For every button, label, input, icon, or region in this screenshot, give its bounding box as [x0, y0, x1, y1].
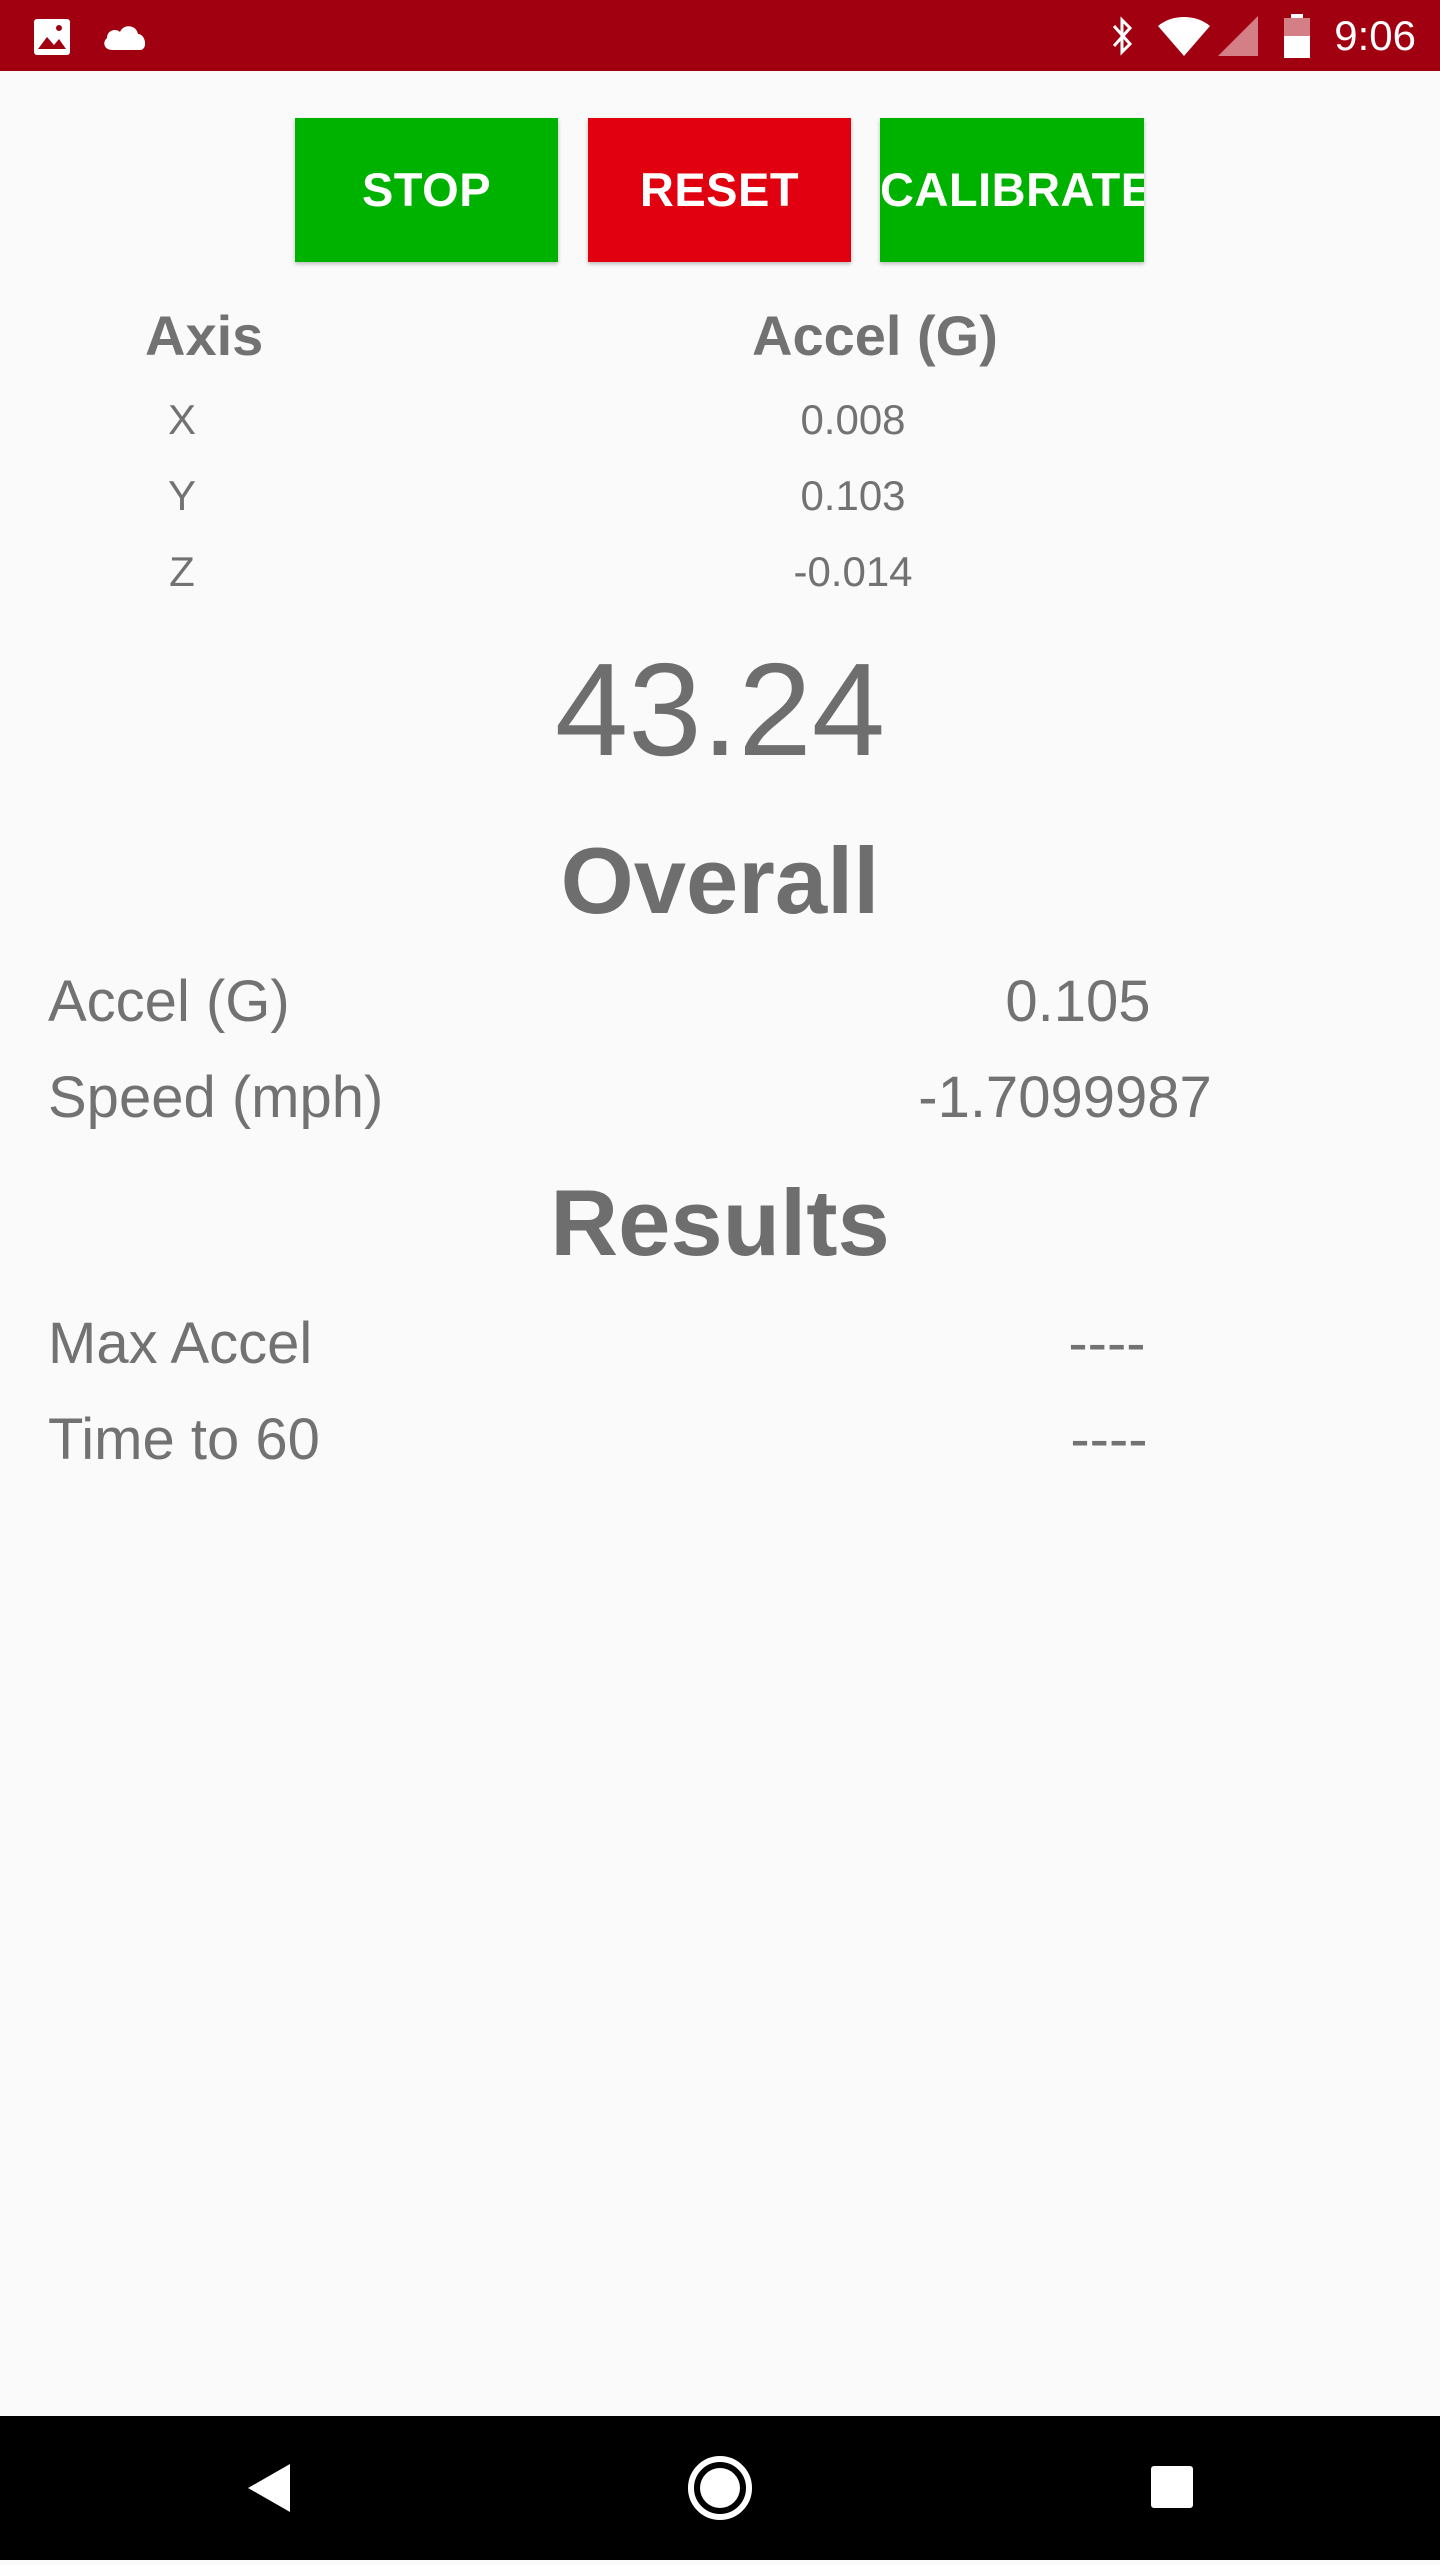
speed-readout: 43.24 [554, 636, 886, 783]
max-accel-value: ---- [1068, 1311, 1146, 1376]
signal-icon [1218, 16, 1258, 56]
time-to-60-label: Time to 60 [48, 1407, 320, 1472]
time-to-60-value: ---- [1070, 1407, 1148, 1472]
home-icon [688, 2456, 752, 2520]
overall-accel-value: 0.105 [1005, 969, 1151, 1034]
axis-column-header: Axis [145, 304, 264, 367]
home-button[interactable] [640, 2416, 800, 2560]
status-bar: 9:06 [0, 0, 1440, 71]
recents-icon [1151, 2466, 1193, 2508]
overall-speed-value: -1.7099987 [918, 1065, 1212, 1130]
max-accel-label: Max Accel [48, 1311, 313, 1376]
back-button[interactable] [190, 2416, 350, 2560]
bluetooth-icon [1112, 16, 1133, 56]
stop-button[interactable]: STOP [295, 118, 558, 262]
axis-y-accel: 0.103 [800, 472, 906, 519]
overall-accel-label: Accel (G) [48, 969, 290, 1034]
accel-column-header: Accel (G) [752, 304, 998, 367]
axis-y-label: Y [167, 472, 196, 519]
image-icon [34, 19, 70, 55]
axis-z-label: Z [169, 548, 195, 595]
wifi-icon [1158, 17, 1210, 56]
calibrate-button[interactable]: CALIBRATE [880, 118, 1144, 262]
axis-x-label: X [167, 396, 196, 443]
overall-title: Overall [560, 828, 880, 933]
back-icon [248, 2464, 290, 2512]
recents-button[interactable] [1092, 2416, 1252, 2560]
status-time: 9:06 [1334, 12, 1416, 59]
battery-icon [1284, 14, 1310, 58]
navigation-bar [0, 2416, 1440, 2560]
axis-x-accel: 0.008 [800, 396, 906, 443]
cloud-icon [104, 26, 146, 50]
overall-speed-label: Speed (mph) [48, 1065, 384, 1130]
axis-z-accel: -0.014 [793, 548, 913, 595]
results-title: Results [550, 1170, 890, 1275]
reset-button[interactable]: RESET [588, 118, 851, 262]
